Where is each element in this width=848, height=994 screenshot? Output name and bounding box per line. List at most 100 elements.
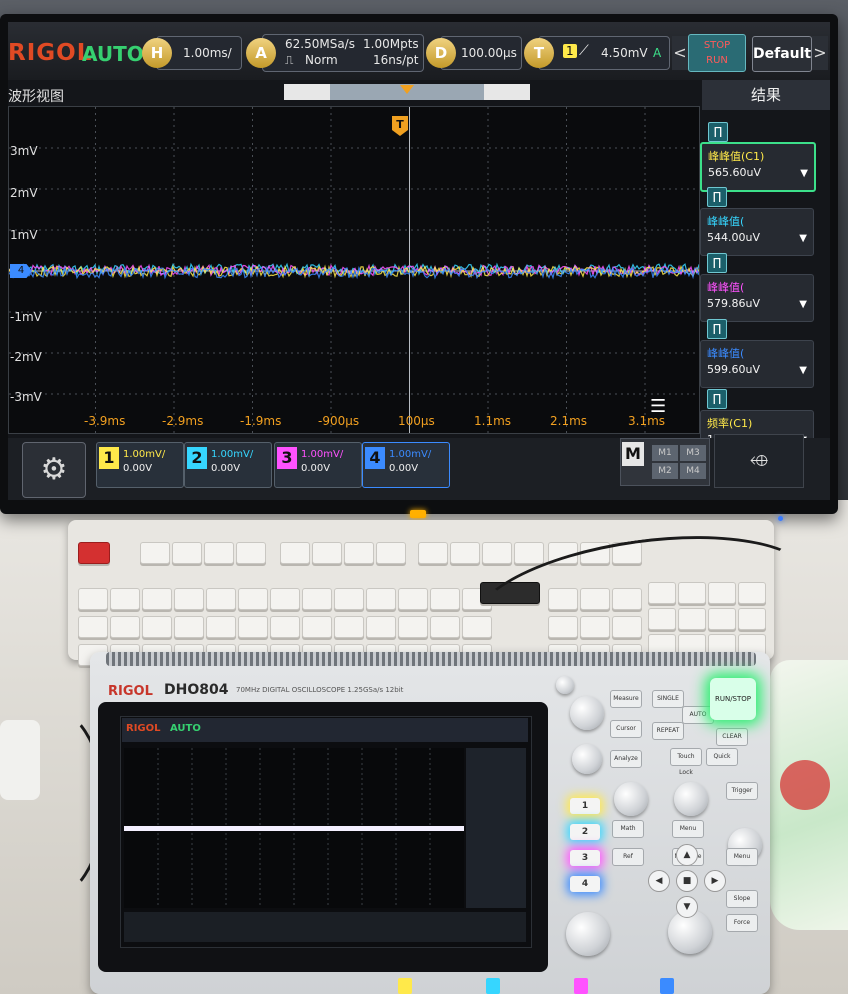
measurement-card[interactable]: ∏ 峰峰值(599.60uV ▼ <box>700 319 814 388</box>
trigger-coupling: A <box>653 46 662 60</box>
control-knob[interactable] <box>570 696 604 730</box>
run-stop-button[interactable]: STOP RUN <box>688 34 746 72</box>
y-label-neg3mV: -3mV <box>10 390 42 404</box>
channel-key-4[interactable]: 4 <box>570 876 600 892</box>
y-label-3mV: 3mV <box>10 144 38 158</box>
nav-arrow-icon[interactable]: ▶ <box>704 870 726 892</box>
chevron-down-icon[interactable]: ▼ <box>799 233 807 244</box>
panel-button[interactable]: Force <box>726 914 758 932</box>
nav-prev-icon[interactable]: < <box>672 36 688 70</box>
results-panel-title: 结果 <box>702 80 830 110</box>
run-stop-line2: RUN <box>706 55 728 66</box>
keyboard-key <box>142 588 172 610</box>
panel-button[interactable]: Measure <box>610 690 642 708</box>
panel-button[interactable]: Menu <box>726 848 758 866</box>
nav-arrow-icon[interactable]: ◀ <box>648 870 670 892</box>
panel-button[interactable]: Math <box>612 820 644 838</box>
x-label-3: -1.9ms <box>240 414 282 428</box>
keyboard-key <box>430 588 460 610</box>
keyboard-key <box>78 542 110 564</box>
menu-lines-icon[interactable]: ☰ <box>650 396 666 417</box>
y-label-neg2mV: -2mV <box>10 350 42 364</box>
panel-button[interactable]: Slope <box>726 890 758 908</box>
device-model: DHO804 <box>164 682 229 698</box>
channel-number: 2 <box>187 447 207 469</box>
keyboard-key <box>376 542 406 564</box>
trigger-source: 1 <box>563 44 577 58</box>
math-item-m3[interactable]: M3 <box>680 445 706 461</box>
control-knob[interactable] <box>572 744 602 774</box>
keyboard-key <box>270 616 300 638</box>
measure-type-icon: ∏ <box>707 319 727 339</box>
nav-next-icon[interactable]: > <box>812 36 828 70</box>
x-label-7: 2.1ms <box>550 414 588 428</box>
channel-4-button[interactable]: 4 1.00mV/0.00V <box>362 442 450 488</box>
chevron-down-icon[interactable]: ▼ <box>799 365 807 376</box>
panel-button[interactable]: Menu <box>672 820 704 838</box>
acquire-settings-button[interactable]: 62.50MSa/s 1.00Mpts ⎍ Norm 16ns/pt <box>262 34 424 72</box>
math-item-m4[interactable]: M4 <box>680 463 706 479</box>
channel-3-button[interactable]: 3 1.00mV/0.00V <box>274 442 362 488</box>
panel-button[interactable]: Touch Lock <box>670 748 702 776</box>
nav-arrow-icon[interactable]: ■ <box>676 870 698 892</box>
keyboard-key <box>206 616 236 638</box>
control-knob[interactable] <box>556 676 574 694</box>
settings-gear-icon[interactable]: ⚙ <box>22 442 86 498</box>
channel-1-button[interactable]: 1 1.00mV/0.00V <box>96 442 184 488</box>
keyboard-key <box>238 616 268 638</box>
keyboard-key <box>366 616 396 638</box>
probe-ch3 <box>574 978 588 994</box>
device-run-stop-key[interactable]: RUN/STOP <box>710 678 756 720</box>
channel-2-button[interactable]: 2 1.00mV/0.00V <box>184 442 272 488</box>
nav-arrow-icon[interactable]: ▼ <box>676 896 698 918</box>
panel-button[interactable]: Quick <box>706 748 738 766</box>
channel-key-3[interactable]: 3 <box>570 850 600 866</box>
keyboard-key <box>302 616 332 638</box>
keyboard-key <box>334 588 364 610</box>
chevron-down-icon[interactable]: ▼ <box>799 299 807 310</box>
run-control-button[interactable]: CLEAR <box>716 728 748 746</box>
channel-scale: 1.00mV/ <box>389 449 432 460</box>
keyboard-key <box>430 616 460 638</box>
waveform-plot[interactable] <box>8 106 700 434</box>
trigger-mode-label[interactable]: AUTO <box>82 42 144 66</box>
y-label-neg1mV: -1mV <box>10 310 42 324</box>
channel-key-1[interactable]: 1 <box>570 798 600 814</box>
measurement-card[interactable]: ∏ 峰峰值(544.00uV ▼ <box>700 187 814 256</box>
channel-key-2[interactable]: 2 <box>570 824 600 840</box>
run-control-button[interactable]: REPEAT <box>652 722 684 740</box>
x-label-6: 1.1ms <box>474 414 512 428</box>
default-button[interactable]: Default <box>752 36 812 72</box>
keyboard-key <box>236 542 266 564</box>
control-knob[interactable] <box>566 912 610 956</box>
math-item-m1[interactable]: M1 <box>652 445 678 461</box>
panel-button[interactable]: Cursor <box>610 720 642 738</box>
keyboard-key <box>110 616 140 638</box>
measurement-name: 峰峰值( <box>707 281 745 294</box>
control-knob[interactable] <box>674 782 708 816</box>
measure-type-icon: ∏ <box>708 122 728 142</box>
control-knob[interactable] <box>614 782 648 816</box>
x-label-4: -900µs <box>318 414 360 428</box>
measurement-name: 峰峰值( <box>707 215 745 228</box>
keyboard-key <box>110 588 140 610</box>
panel-button[interactable]: Trigger <box>726 782 758 800</box>
panel-button[interactable]: Ref <box>612 848 644 866</box>
device-waveform <box>124 748 464 908</box>
run-control-button[interactable]: SINGLE <box>652 690 684 708</box>
channel-number: 4 <box>365 447 385 469</box>
back-icon[interactable]: ⬲ <box>714 434 804 488</box>
panel-button[interactable]: Analyze <box>610 750 642 768</box>
channel-scale: 1.00mV/ <box>123 449 166 460</box>
acquire-mode: Norm <box>305 53 338 67</box>
nav-arrow-icon[interactable]: ▲ <box>676 844 698 866</box>
monitor-screen: RIGOL AUTO 1.00ms/ H 62.50MSa/s 1.00Mpts… <box>8 22 830 500</box>
chevron-down-icon[interactable]: ▼ <box>800 168 808 179</box>
math-item-m2[interactable]: M2 <box>652 463 678 479</box>
horizontal-scale-value: 1.00ms/ <box>183 46 232 60</box>
math-label[interactable]: M <box>622 442 644 466</box>
trigger-settings-button[interactable]: 1 ⟋ 4.50mV A <box>538 36 670 70</box>
measurement-card[interactable]: ∏ 峰峰值(579.86uV ▼ <box>700 253 814 322</box>
measurement-card[interactable]: ∏ 峰峰值(C1) 565.60uV ▼ <box>700 122 816 192</box>
acquire-mode-icon: ⎍ <box>285 53 294 67</box>
